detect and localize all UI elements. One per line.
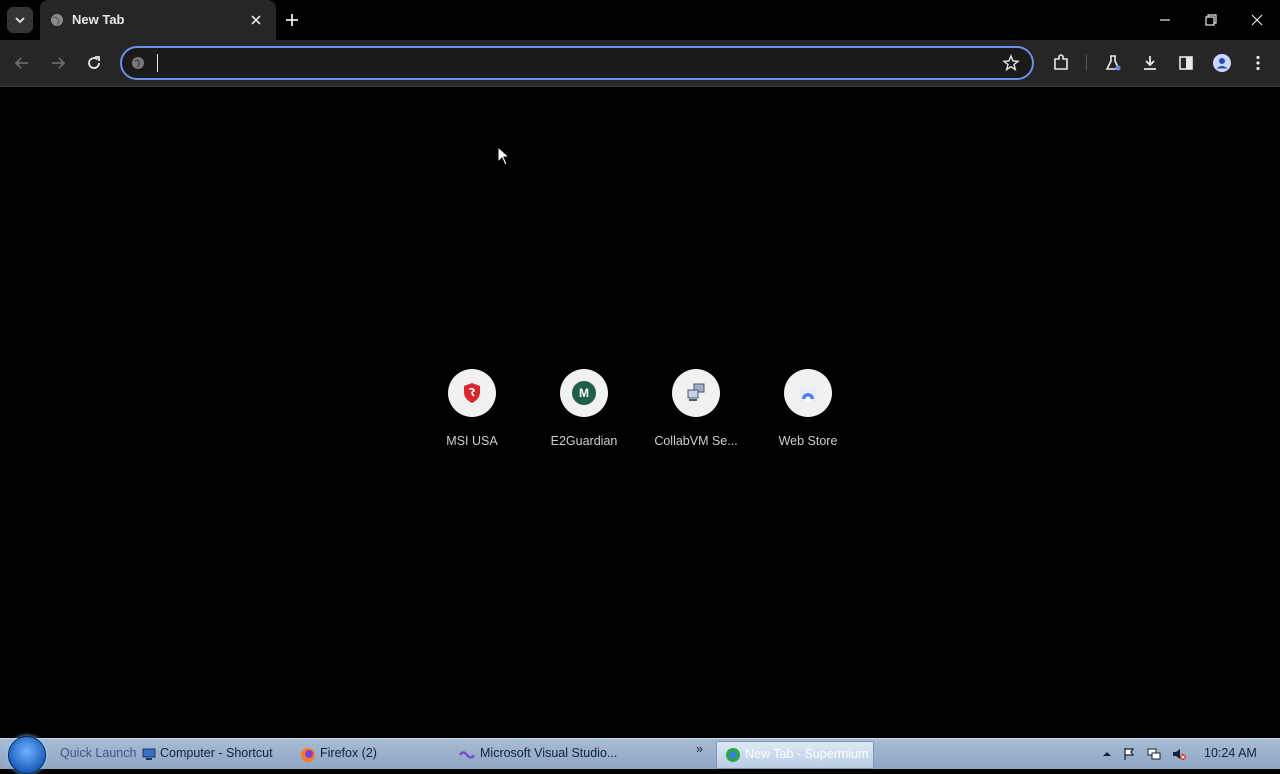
shortcut-icon-circle xyxy=(784,369,832,417)
shortcut-icon-circle xyxy=(672,369,720,417)
volume-muted-icon[interactable] xyxy=(1172,747,1186,761)
firefox-icon xyxy=(301,748,315,762)
globe-icon xyxy=(51,14,63,26)
shortcut-label: MSI USA xyxy=(446,434,498,448)
shortcut-label: E2Guardian xyxy=(550,434,618,448)
taskbar-item-firefox[interactable]: Firefox (2) xyxy=(298,741,448,767)
web-store-icon xyxy=(799,386,817,402)
shortcut-label: CollabVM Se... xyxy=(654,434,738,448)
start-button[interactable] xyxy=(8,736,46,774)
reload-icon[interactable] xyxy=(84,53,104,73)
close-window-icon[interactable] xyxy=(1247,10,1267,30)
supermium-icon xyxy=(726,748,740,762)
restore-icon[interactable] xyxy=(1201,10,1221,30)
visual-studio-icon xyxy=(458,751,476,759)
tab-title: New Tab xyxy=(72,12,125,27)
profile-avatar-icon[interactable] xyxy=(1212,53,1232,73)
labs-flask-icon[interactable] xyxy=(1103,53,1123,73)
bookmark-star-icon[interactable] xyxy=(1002,54,1020,72)
toolbar-divider xyxy=(0,86,1280,87)
taskbar-overflow-chevron[interactable]: » xyxy=(696,742,703,756)
taskbar-item-label: Firefox (2) xyxy=(320,746,377,760)
quick-launch-label: Quick Launch xyxy=(60,746,137,760)
menu-kebab-icon[interactable] xyxy=(1248,53,1268,73)
side-panel-icon[interactable] xyxy=(1176,53,1196,73)
computer-icon xyxy=(142,748,156,760)
mouse-pointer-icon xyxy=(497,146,511,166)
shortcut-collabvm[interactable]: CollabVM Se... xyxy=(640,369,752,459)
taskbar-clock[interactable]: 10:24 AM xyxy=(1204,746,1257,760)
collabvm-computer-icon xyxy=(687,383,705,401)
browser-window: New Tab MSI USA M E2Guardian CollabVM Se… xyxy=(0,0,1280,738)
shortcut-e2guardian[interactable]: M E2Guardian xyxy=(528,369,640,459)
action-center-flag-icon[interactable] xyxy=(1122,747,1136,761)
tab-new-tab[interactable]: New Tab xyxy=(40,0,276,40)
download-icon[interactable] xyxy=(1140,53,1160,73)
back-arrow-icon[interactable] xyxy=(12,53,32,73)
toolbar-separator xyxy=(1086,55,1087,71)
msi-shield-icon xyxy=(464,383,480,403)
close-tab-icon[interactable] xyxy=(248,12,264,28)
tab-strip: New Tab xyxy=(0,0,1280,40)
tray-expand-arrow-icon[interactable] xyxy=(1100,747,1114,761)
shortcut-tiles: MSI USA M E2Guardian CollabVM Se... Web … xyxy=(416,369,864,459)
new-tab-plus-icon[interactable] xyxy=(283,11,301,29)
network-icon[interactable] xyxy=(1147,747,1161,761)
extensions-puzzle-icon[interactable] xyxy=(1051,53,1071,73)
taskbar-item-label: New Tab - Supermium xyxy=(745,747,869,761)
shortcut-icon-circle: M xyxy=(560,369,608,417)
taskbar-item-visual-studio[interactable]: Microsoft Visual Studio... » xyxy=(456,741,703,767)
site-info-icon[interactable] xyxy=(130,55,146,71)
shortcut-icon-circle xyxy=(448,369,496,417)
letter-m-icon: M xyxy=(572,381,596,405)
windows-taskbar: Quick Launch Computer - Shortcut Firefox… xyxy=(0,736,1280,774)
taskbar-item-supermium[interactable]: New Tab - Supermium xyxy=(716,741,874,769)
minimize-icon[interactable] xyxy=(1155,10,1175,30)
address-bar[interactable] xyxy=(120,46,1034,80)
chevron-down-icon xyxy=(15,17,25,24)
taskbar-item-computer-shortcut[interactable]: Computer - Shortcut xyxy=(140,741,290,767)
address-input[interactable] xyxy=(156,51,980,77)
shortcut-label: Web Store xyxy=(778,434,838,448)
shortcut-msi-usa[interactable]: MSI USA xyxy=(416,369,528,459)
text-caret xyxy=(157,54,158,72)
tab-search-button[interactable] xyxy=(7,7,33,33)
taskbar-item-label: Computer - Shortcut xyxy=(160,746,273,760)
browser-toolbar xyxy=(0,40,1280,86)
shortcut-web-store[interactable]: Web Store xyxy=(752,369,864,459)
forward-arrow-icon[interactable] xyxy=(48,53,68,73)
taskbar-item-label: Microsoft Visual Studio... xyxy=(480,746,618,760)
